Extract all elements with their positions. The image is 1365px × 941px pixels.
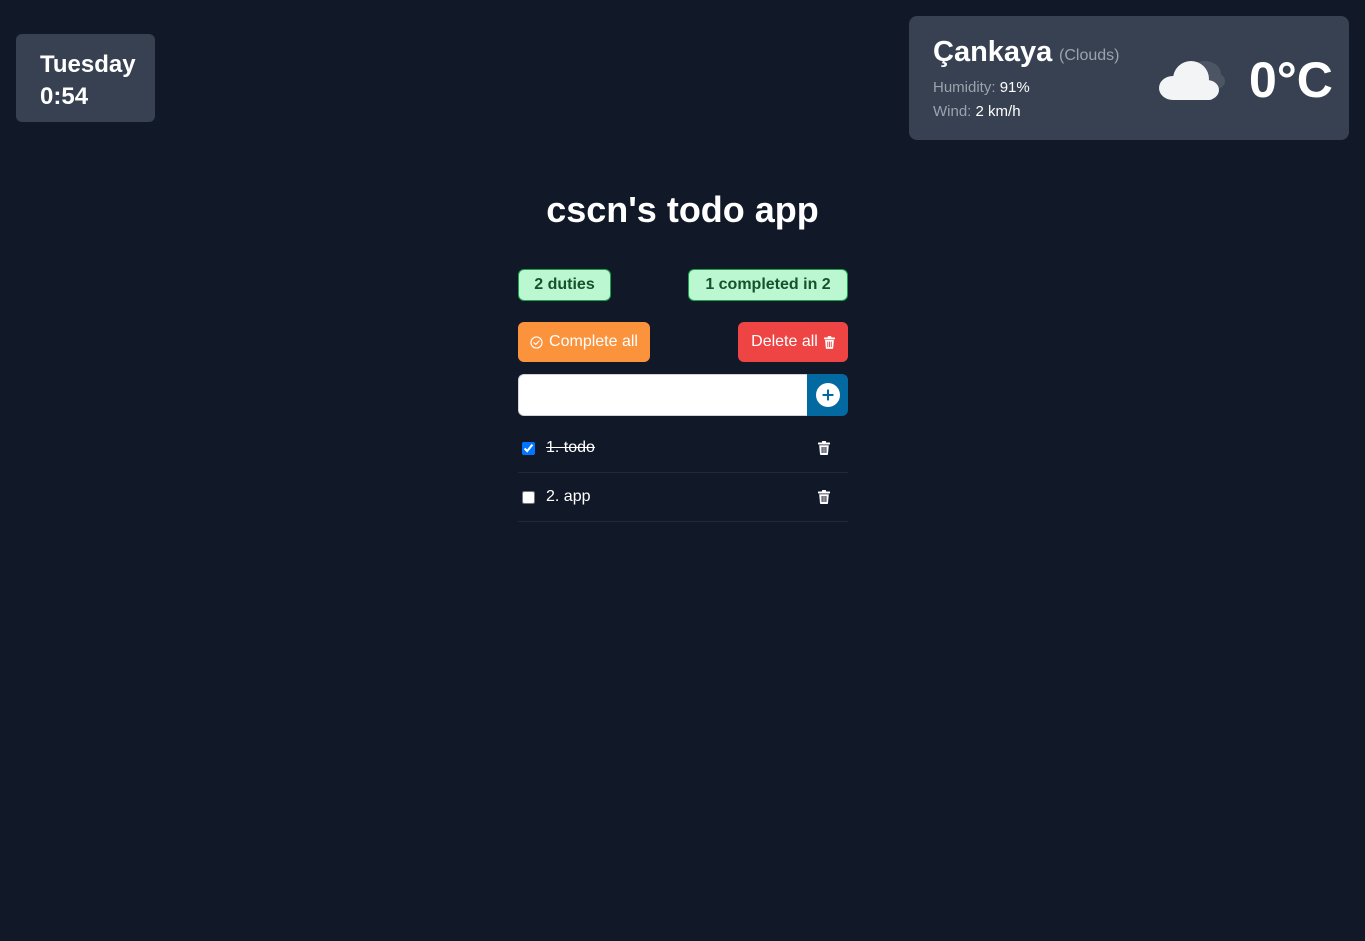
todo-list: 1. todo 2. app [518, 424, 848, 522]
todo-item: 1. todo [518, 424, 848, 473]
todo-checkbox[interactable] [522, 441, 535, 455]
wind-label: Wind: [933, 103, 972, 120]
check-circle-icon [530, 335, 543, 349]
todo-item: 2. app [518, 473, 848, 522]
duties-count-badge: 2 duties [518, 269, 611, 301]
clock-time: 0:54 [40, 83, 89, 110]
humidity-value: 91% [999, 79, 1030, 96]
weather-wind: Wind: 2 km/h [933, 102, 1021, 122]
humidity-label: Humidity: [933, 79, 996, 96]
add-todo-form [518, 374, 848, 416]
trash-icon[interactable] [818, 490, 830, 504]
cloud-icon [1159, 61, 1225, 100]
weather-city: Çankaya [933, 36, 1053, 68]
weather-humidity: Humidity: 91% [933, 78, 1030, 98]
todo-text: 2. app [546, 488, 591, 505]
todo-text: 1. todo [546, 439, 595, 456]
clock-card: Tuesday 0:54 [16, 34, 155, 122]
trash-icon[interactable] [818, 441, 830, 455]
complete-all-label: Complete all [549, 333, 638, 350]
todo-input[interactable] [518, 374, 808, 416]
add-todo-button[interactable] [807, 374, 848, 416]
weather-card: Çankaya (Clouds) Humidity: 91% Wind: 2 k… [909, 16, 1349, 140]
weather-temperature: 0°C [1249, 52, 1333, 108]
delete-all-button[interactable]: Delete all [738, 322, 848, 362]
completed-count-badge: 1 completed in 2 [688, 269, 848, 301]
plus-circle-icon [815, 383, 840, 407]
clock-day: Tuesday [40, 51, 136, 78]
complete-all-button[interactable]: Complete all [518, 322, 650, 362]
page-title: cscn's todo app [546, 189, 819, 230]
trash-icon [823, 335, 835, 349]
weather-condition: (Clouds) [1059, 47, 1120, 64]
todo-checkbox[interactable] [522, 490, 535, 504]
delete-all-label: Delete all [751, 333, 818, 350]
wind-value: 2 km/h [975, 103, 1021, 120]
